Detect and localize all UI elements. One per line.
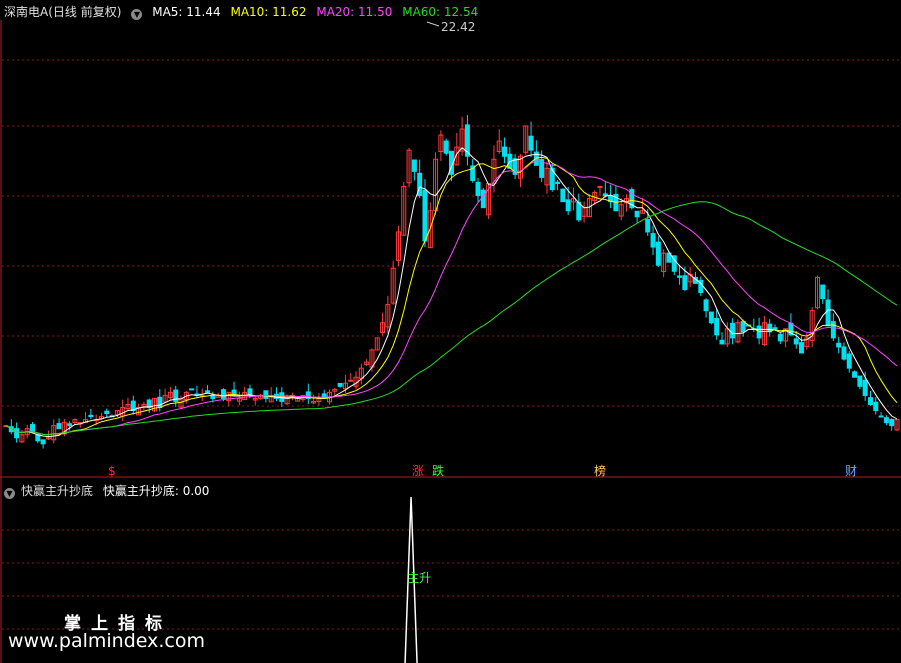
- candle-body: [67, 423, 73, 427]
- candle-body: [830, 321, 836, 339]
- candle-body: [852, 371, 858, 378]
- event-marker: 财: [845, 464, 857, 478]
- ma5-line: [5, 147, 898, 438]
- indicator-name: 快赢主升抄底: [21, 484, 94, 498]
- ma20-line: [5, 160, 898, 436]
- candle-body: [677, 275, 683, 278]
- candle-body: [862, 379, 868, 396]
- candle-body: [878, 415, 884, 418]
- ma10-value: MA10: 11.62: [230, 5, 307, 19]
- indicator-value: 快赢主升抄底: 0.00: [102, 484, 210, 498]
- candle-body: [719, 339, 725, 345]
- candle-body: [263, 390, 269, 399]
- candle-body: [189, 388, 195, 391]
- candle-body: [772, 327, 778, 330]
- candle-body: [157, 396, 163, 409]
- candle-body: [104, 410, 110, 415]
- candle-body: [411, 159, 417, 172]
- candle-body: [650, 233, 656, 248]
- indicator-header: ▼ 快赢主升抄底 快赢主升抄底: 0.00: [4, 482, 215, 499]
- candle-body: [740, 320, 746, 333]
- candle-body: [475, 181, 481, 197]
- event-marker: 涨: [412, 463, 424, 478]
- ma60-value: MA60: 12.54: [402, 5, 479, 19]
- candle-body: [337, 382, 343, 387]
- candle-body: [56, 423, 62, 430]
- candle-body: [565, 199, 571, 212]
- candle-body: [634, 210, 640, 218]
- candle-body: [528, 135, 534, 151]
- candle-body: [655, 241, 661, 266]
- candle-body: [220, 389, 226, 399]
- candle-body: [846, 353, 852, 369]
- candle-body: [560, 188, 566, 203]
- candle-body: [883, 417, 889, 424]
- candle-body: [555, 181, 561, 184]
- candle-body: [857, 375, 863, 387]
- candle-body: [645, 219, 651, 233]
- main-chart-header: 深南电A(日线 前复权) ▼ MA5: 11.44 MA10: 11.62 MA2…: [4, 3, 484, 20]
- candlestick-chart: 22.42 $ 涨跌 榜 财主升: [0, 20, 901, 663]
- candle-body: [443, 140, 449, 154]
- candle-body: [730, 322, 736, 339]
- candle-body: [210, 395, 216, 399]
- ma20-value: MA20: 11.50: [316, 5, 393, 19]
- candle-body: [825, 299, 831, 327]
- candle-body: [841, 346, 847, 360]
- event-marker: 跌: [432, 463, 444, 478]
- candle-body: [793, 338, 799, 345]
- candle-body: [35, 434, 41, 442]
- event-marker: 榜: [594, 463, 606, 478]
- candle-body: [597, 186, 603, 189]
- candle-body: [480, 189, 486, 209]
- candle-body: [867, 397, 873, 405]
- signal-label: 主升: [407, 571, 431, 585]
- candle-body: [576, 201, 582, 221]
- candle-body: [799, 342, 805, 354]
- event-marker: $: [108, 464, 116, 478]
- watermark-url: www.palmindex.com: [8, 630, 206, 652]
- candle-body: [502, 146, 508, 157]
- candle-body: [820, 284, 826, 300]
- candle-body: [708, 311, 714, 324]
- chevron-down-icon[interactable]: ▼: [4, 488, 15, 499]
- candle-body: [88, 414, 94, 418]
- ma10-line: [5, 156, 898, 436]
- candle-body: [889, 418, 895, 427]
- chevron-down-icon[interactable]: ▼: [131, 9, 143, 20]
- high-label: 22.42: [441, 20, 475, 34]
- candle-body: [682, 275, 688, 290]
- candle-body: [205, 390, 211, 393]
- symbol-title: 深南电A(日线 前复权): [4, 5, 122, 19]
- candle-body: [873, 401, 879, 412]
- ma5-value: MA5: 11.44: [152, 5, 221, 19]
- candle-body: [602, 193, 608, 197]
- candle-body: [40, 439, 46, 445]
- candle-body: [714, 318, 720, 336]
- candle-body: [422, 189, 428, 242]
- ma60-line: [5, 201, 898, 436]
- candle-body: [777, 333, 783, 342]
- candle-body: [836, 342, 842, 348]
- candle-body: [30, 424, 36, 433]
- candle-body: [348, 379, 354, 382]
- candle-body: [14, 428, 20, 439]
- high-label-pointer: [426, 21, 440, 27]
- candle-body: [703, 299, 709, 312]
